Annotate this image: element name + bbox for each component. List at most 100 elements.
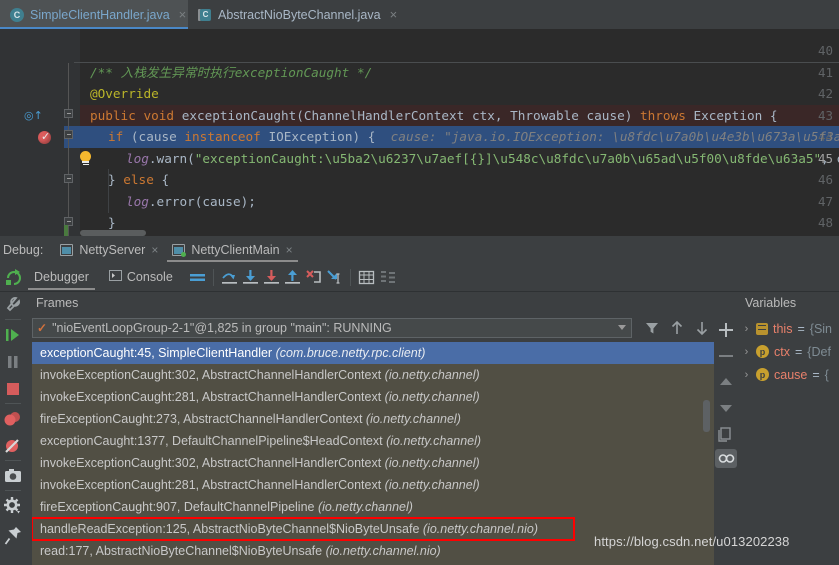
override-method-icon[interactable]: ◎↑	[24, 109, 43, 122]
window-running-icon	[172, 244, 185, 256]
copy-icon[interactable]	[714, 422, 738, 446]
watermark-text: https://blog.csdn.net/u013202238	[594, 534, 789, 549]
variables-toolbar	[714, 292, 738, 565]
arrow-up-icon[interactable]	[666, 317, 688, 339]
minus-icon[interactable]	[714, 344, 738, 368]
console-icon	[109, 269, 122, 285]
close-icon[interactable]: ×	[151, 243, 158, 257]
chevron-right-icon[interactable]: ›	[742, 369, 751, 381]
chevron-right-icon[interactable]: ›	[742, 346, 751, 358]
frame-package: (com.bruce.netty.rpc.client)	[276, 346, 426, 360]
frame-method: fireExceptionCaught:907, DefaultChannelP…	[40, 500, 318, 514]
debugger-side-toolbar	[0, 292, 26, 565]
debug-session-tab-nettyserver[interactable]: NettyServer ×	[53, 236, 165, 263]
chevron-right-icon[interactable]: ›	[742, 323, 751, 335]
variable-name: ctx	[774, 345, 790, 359]
editor-tab-simpleclienthandler[interactable]: C SimpleClientHandler.java ×	[0, 0, 188, 29]
layout-settings-icon[interactable]	[187, 267, 208, 288]
frame-list-item[interactable]: invokeExceptionCaught:302, AbstractChann…	[32, 452, 714, 474]
close-icon[interactable]: ×	[286, 243, 293, 257]
code-annotation: @Override	[90, 86, 159, 101]
arrow-down-icon[interactable]	[714, 396, 738, 420]
pin-tab-icon[interactable]	[0, 522, 26, 548]
editor-gutter[interactable]	[0, 29, 64, 236]
vcs-change-marker	[64, 225, 68, 236]
step-out-icon[interactable]	[282, 267, 303, 288]
variable-value: {Sin	[810, 322, 832, 336]
resume-program-icon[interactable]	[0, 322, 26, 348]
close-icon[interactable]: ×	[390, 7, 398, 22]
filter-icon[interactable]	[641, 317, 663, 339]
editor-tab-label: SimpleClientHandler.java	[30, 8, 170, 22]
frame-method: exceptionCaught:45, SimpleClientHandler	[40, 346, 276, 360]
frame-method: exceptionCaught:1377, DefaultChannelPipe…	[40, 434, 386, 448]
thread-selector[interactable]: ✓ "nioEventLoopGroup-2-1"@1,825 in group…	[32, 318, 632, 338]
stop-icon[interactable]	[0, 376, 26, 402]
frame-list-item[interactable]: invokeExceptionCaught:281, AbstractChann…	[32, 386, 714, 408]
tab-console[interactable]: Console	[99, 263, 183, 292]
frame-list-item[interactable]: invokeExceptionCaught:281, AbstractChann…	[32, 474, 714, 496]
drop-frame-icon[interactable]	[303, 267, 324, 288]
variable-row-this[interactable]: › this = {Sin	[742, 318, 832, 339]
frame-package: (io.netty.channel)	[385, 390, 480, 404]
frame-method: invokeExceptionCaught:281, AbstractChann…	[40, 478, 385, 492]
editor-code-area[interactable]: /** 入栈发生异常时执行exceptionCaught */ @Overrid…	[80, 29, 839, 236]
fold-marker[interactable]	[64, 174, 73, 183]
code-editor[interactable]: 40 41 42 43 44 45 46 47 48 49 ◎↑ ✓ /** 入…	[0, 29, 839, 236]
close-icon[interactable]: ×	[179, 7, 187, 22]
pause-program-icon[interactable]	[0, 349, 26, 375]
mute-breakpoints-icon[interactable]	[0, 433, 26, 459]
arrow-down-icon[interactable]	[691, 317, 713, 339]
frame-package: (io.netty.channel.nio)	[326, 544, 441, 558]
check-icon: ✓	[37, 321, 47, 335]
evaluate-expression-icon[interactable]	[356, 267, 377, 288]
parameter-icon: p	[756, 368, 769, 381]
arrow-up-icon[interactable]	[714, 370, 738, 394]
variables-panel: Variables › this = {Sin › p ctx = {Def ›…	[738, 292, 839, 565]
variable-row-ctx[interactable]: › p ctx = {Def	[742, 341, 831, 362]
code-comment: /** 入栈发生异常时执行exceptionCaught */	[90, 65, 372, 80]
fold-guide	[68, 63, 69, 236]
view-breakpoints-icon[interactable]	[0, 406, 26, 432]
rerun-icon[interactable]	[3, 267, 24, 288]
frame-method: invokeExceptionCaught:302, AbstractChann…	[40, 456, 385, 470]
plus-icon[interactable]	[714, 318, 738, 342]
frame-list-item[interactable]: fireExceptionCaught:273, AbstractChannel…	[32, 408, 714, 430]
java-class-icon: C	[10, 8, 24, 22]
frames-vertical-scrollbar[interactable]	[703, 400, 710, 432]
force-step-into-icon[interactable]	[261, 267, 282, 288]
settings-wrench-icon[interactable]	[0, 292, 26, 318]
settings-gear-icon[interactable]	[0, 493, 26, 519]
step-into-icon[interactable]	[240, 267, 261, 288]
variable-equals: =	[795, 345, 802, 359]
variable-equals: =	[797, 322, 804, 336]
frame-list-item[interactable]: invokeExceptionCaught:302, AbstractChann…	[32, 364, 714, 386]
chevron-down-icon[interactable]	[618, 325, 626, 330]
step-over-icon[interactable]	[219, 267, 240, 288]
frame-package: (io.netty.channel.nio)	[423, 522, 538, 536]
editor-tab-abstractniobytechannel[interactable]: C AbstractNioByteChannel.java ×	[188, 0, 418, 29]
show-execution-point-icon[interactable]	[377, 267, 398, 288]
watches-icon[interactable]	[715, 449, 737, 468]
variable-equals: =	[812, 368, 819, 382]
tab-debugger[interactable]: Debugger	[24, 263, 99, 292]
frame-list-item-highlighted[interactable]: handleReadException:125, AbstractNioByte…	[32, 518, 574, 540]
variable-row-cause[interactable]: › p cause = {	[742, 364, 829, 385]
variable-value: {	[825, 368, 829, 382]
run-to-cursor-icon[interactable]	[324, 267, 345, 288]
frame-method: handleReadException:125, AbstractNioByte…	[40, 522, 423, 536]
variable-name: this	[773, 322, 792, 336]
fold-marker[interactable]	[64, 130, 73, 139]
breakpoint-icon[interactable]: ✓	[38, 131, 51, 144]
debug-session-tab-nettyclientmain[interactable]: NettyClientMain ×	[165, 236, 299, 263]
frame-list-item[interactable]: exceptionCaught:45, SimpleClientHandler …	[32, 342, 714, 364]
frames-panel-title: Frames	[36, 296, 78, 310]
variable-name: cause	[774, 368, 807, 382]
frame-list-item[interactable]: fireExceptionCaught:907, DefaultChannelP…	[32, 496, 714, 518]
fold-marker[interactable]	[64, 109, 73, 118]
frames-list[interactable]: exceptionCaught:45, SimpleClientHandler …	[32, 342, 714, 565]
camera-icon[interactable]	[0, 463, 26, 489]
debugger-toolbar: Debugger Console	[0, 263, 839, 292]
frame-list-item[interactable]: exceptionCaught:1377, DefaultChannelPipe…	[32, 430, 714, 452]
frame-method: invokeExceptionCaught:302, AbstractChann…	[40, 368, 385, 382]
